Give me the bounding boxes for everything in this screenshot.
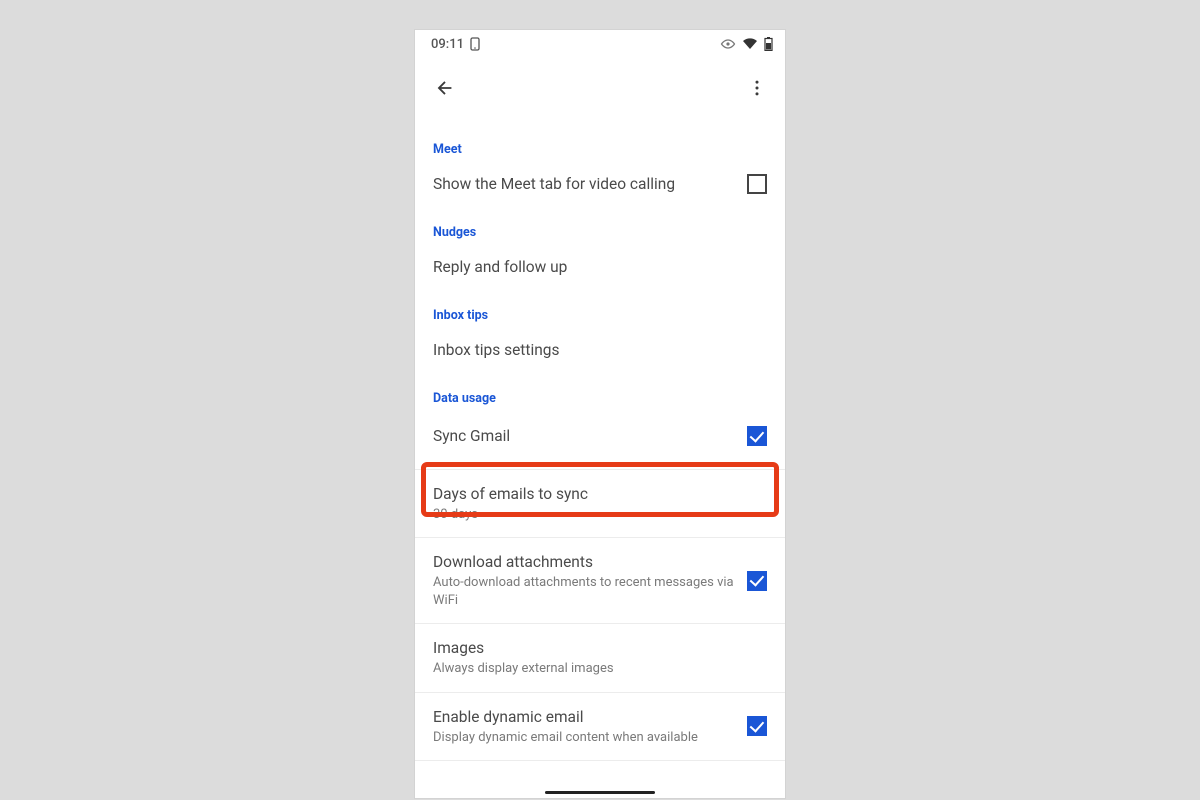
section-header-meet: Meet [415,124,785,163]
setting-title: Inbox tips settings [433,340,767,361]
checkbox-checked[interactable] [747,571,767,591]
setting-download-attachments[interactable]: Download attachments Auto-download attac… [415,538,785,623]
section-header-data-usage: Data usage [415,373,785,412]
setting-title: Show the Meet tab for video calling [433,174,735,195]
home-indicator [545,791,655,794]
checkbox-checked[interactable] [747,426,767,446]
setting-images[interactable]: Images Always display external images [415,624,785,691]
setting-inbox-tips[interactable]: Inbox tips settings [415,329,785,373]
setting-sync-gmail[interactable]: Sync Gmail [415,412,785,461]
setting-title: Sync Gmail [433,426,735,447]
setting-show-meet-tab[interactable]: Show the Meet tab for video calling [415,163,785,207]
setting-subtitle: Always display external images [433,660,767,678]
divider [415,760,785,761]
checkbox-unchecked[interactable] [747,174,767,194]
clock: 09:11 [431,37,464,52]
setting-title: Enable dynamic email [433,707,735,728]
setting-title: Reply and follow up [433,257,767,278]
app-bar [415,56,785,124]
more-vert-icon [747,78,767,102]
checkbox-checked[interactable] [747,716,767,736]
setting-title: Download attachments [433,552,735,573]
eye-icon [720,39,736,49]
setting-subtitle: Auto-download attachments to recent mess… [433,574,735,609]
section-header-nudges: Nudges [415,207,785,246]
setting-dynamic-email[interactable]: Enable dynamic email Display dynamic ema… [415,693,785,760]
section-header-inbox-tips: Inbox tips [415,290,785,329]
phone-frame: 09:11 Me [415,30,785,798]
setting-subtitle: Display dynamic email content when avail… [433,729,735,747]
setting-title: Images [433,638,767,659]
setting-days-sync[interactable]: Days of emails to sync 30 days [415,470,785,537]
arrow-left-icon [434,77,456,103]
overflow-menu-button[interactable] [737,70,777,110]
wifi-icon [742,38,758,50]
back-button[interactable] [425,70,465,110]
status-bar: 09:11 [415,30,785,56]
setting-subtitle: 30 days [433,506,767,524]
phone-portrait-icon [470,37,480,51]
battery-icon [764,37,773,51]
setting-reply-followup[interactable]: Reply and follow up [415,246,785,290]
setting-title: Days of emails to sync [433,484,767,505]
